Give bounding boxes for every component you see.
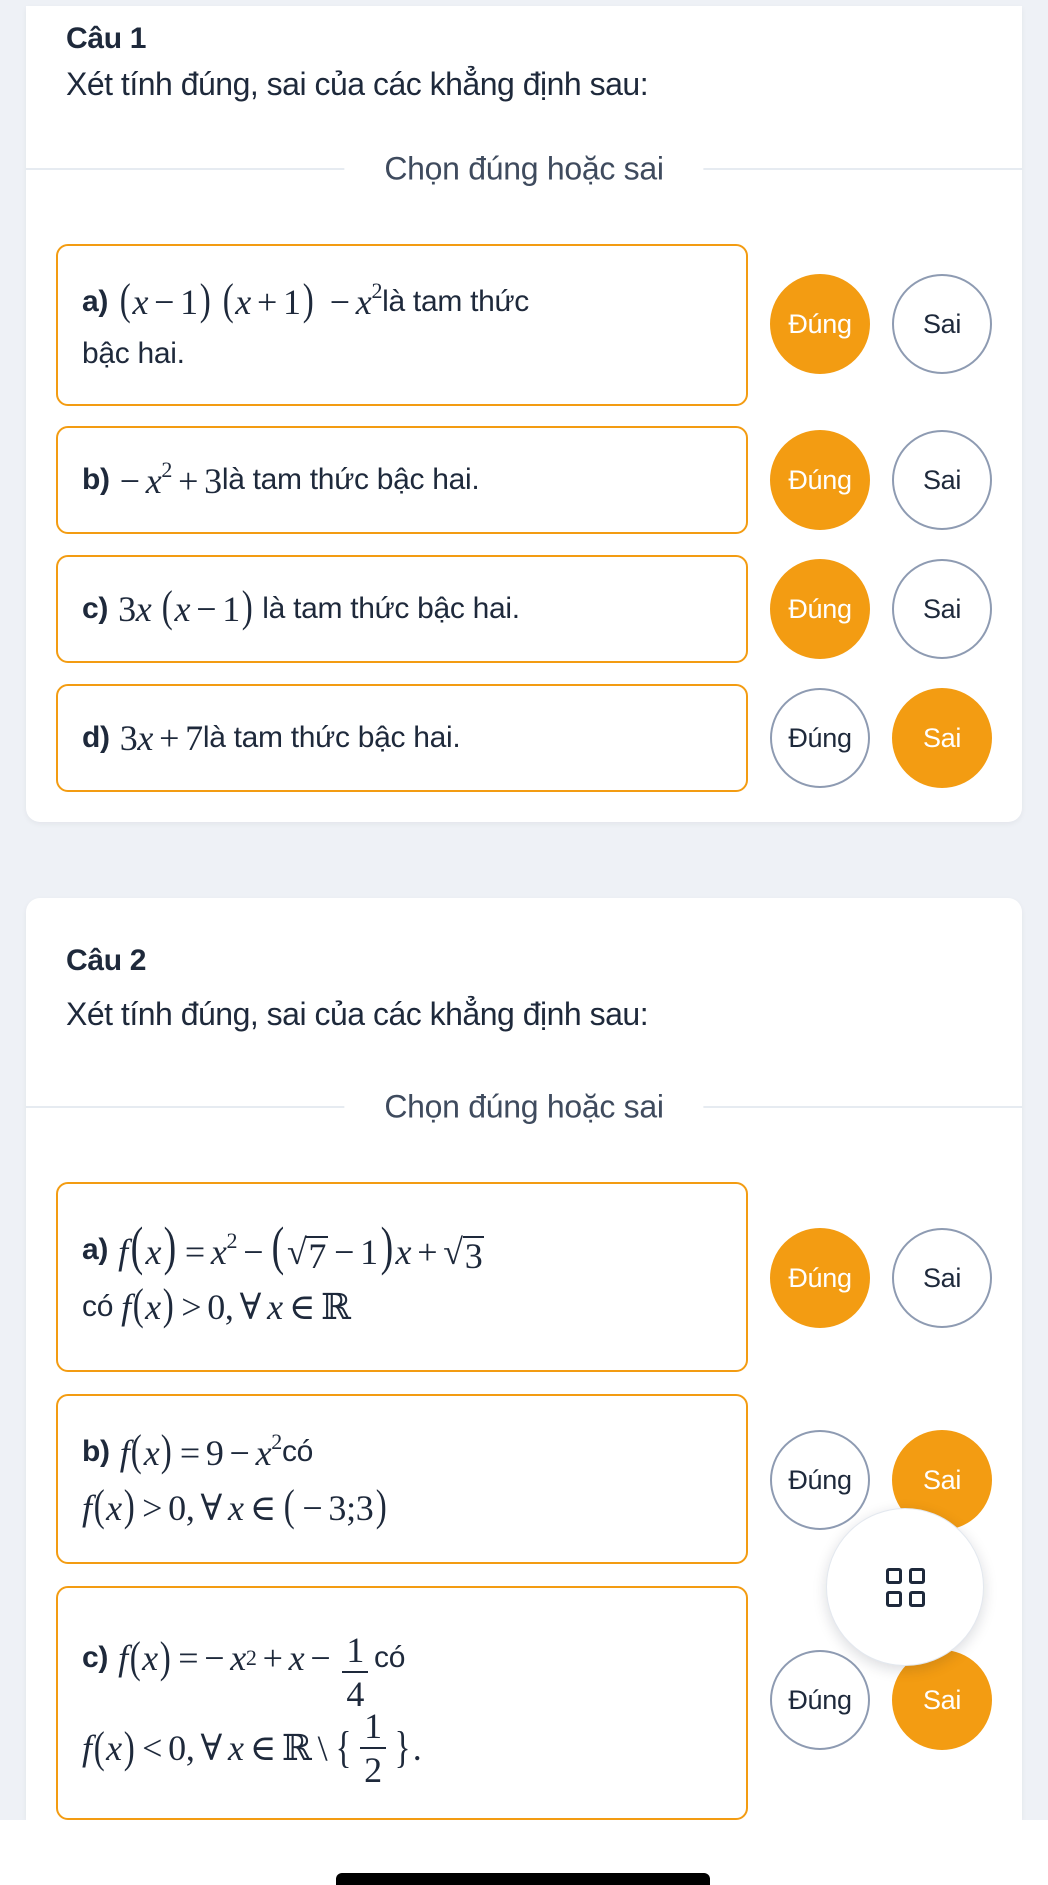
statement-label: d) xyxy=(82,721,110,755)
statement-connector: có xyxy=(82,1290,114,1324)
statement-label: b) xyxy=(82,1434,110,1468)
true-button-2c[interactable]: Đúng xyxy=(770,1650,870,1750)
question-prompt: Xét tính đúng, sai của các khẳng định sa… xyxy=(66,66,649,102)
false-button-1a[interactable]: Sai xyxy=(892,274,992,374)
statement-b: b) f(x) = 9− x2 có f(x) >0, ∀ x ∈(−3;3) xyxy=(56,1394,748,1564)
statement-text-cont: bậc hai. xyxy=(82,337,185,371)
statement-c: c) f(x) = − x 2 + x − 14 có f(x) <0, ∀ x ∈ ℝ \{ 12 }. xyxy=(56,1586,748,1820)
statement-text: là tam thức bậc hai. xyxy=(202,721,461,755)
statement-math: f(x) = − x 2 + x − 14 xyxy=(118,1618,374,1712)
statement-math: 3x (x −1) xyxy=(118,581,253,631)
statement-math: f(x) = x2−(√ 7−1)x + √ 3 xyxy=(118,1215,485,1276)
statement-label: a) xyxy=(82,284,109,318)
statement-condition: f(x) <0, ∀ x ∈ ℝ \{ 12 }. xyxy=(82,1706,422,1790)
statement-math: (x−1() (x+1) −x2 xyxy=(119,275,383,325)
false-button-1c[interactable]: Sai xyxy=(892,559,992,659)
question-title: Câu 2 xyxy=(66,944,147,977)
statement-a: a) f(x) = x2−(√ 7−1)x + √ 3 có f(x) >0, ∀ x ∈ ℝ xyxy=(56,1182,748,1372)
statement-text: là tam thức xyxy=(382,284,529,318)
statement-connector: có xyxy=(281,1434,314,1468)
home-indicator[interactable] xyxy=(336,1873,710,1885)
statement-connector: có xyxy=(374,1641,406,1675)
true-button-2a[interactable]: Đúng xyxy=(770,1228,870,1328)
statement-label: a) xyxy=(82,1232,109,1266)
statement-condition: f(x) >0, ∀ x ∈ ℝ xyxy=(121,1279,351,1329)
statement-a: a) (x−1() (x+1) −x2 là tam thức bậc hai. xyxy=(56,244,748,406)
quiz-page: Câu 1 Xét tính đúng, sai của các khẳng đ… xyxy=(0,0,1048,1820)
section-divider: Chọn đúng hoặc sai xyxy=(26,1088,1022,1126)
true-button-1a[interactable]: Đúng xyxy=(770,274,870,374)
question-card-1: Câu 1 Xét tính đúng, sai của các khẳng đ… xyxy=(26,6,1022,822)
section-label: Chọn đúng hoặc sai xyxy=(344,150,704,188)
statement-c: c) 3x (x −1) là tam thức bậc hai. xyxy=(56,555,748,663)
statement-text: là tam thức bậc hai. xyxy=(262,592,520,626)
true-button-1d[interactable]: Đúng xyxy=(770,688,870,788)
false-button-2a[interactable]: Sai xyxy=(892,1228,992,1328)
statement-condition: f(x) >0, ∀ x ∈(−3;3) xyxy=(82,1480,387,1530)
question-title: Câu 1 xyxy=(66,22,147,55)
statement-math: f(x) = 9− x2 xyxy=(119,1425,283,1475)
section-label: Chọn đúng hoặc sai xyxy=(344,1088,704,1126)
statement-text: là tam thức bậc hai. xyxy=(221,463,480,497)
true-button-2b[interactable]: Đúng xyxy=(770,1430,870,1530)
false-button-1b[interactable]: Sai xyxy=(892,430,992,530)
statement-label: b) xyxy=(82,463,110,497)
statement-label: c) xyxy=(82,1641,109,1675)
statement-label: c) xyxy=(82,592,109,626)
question-prompt: Xét tính đúng, sai của các khẳng định sa… xyxy=(66,996,649,1032)
true-button-1b[interactable]: Đúng xyxy=(770,430,870,530)
question-card-2: Câu 2 Xét tính đúng, sai của các khẳng đ… xyxy=(26,898,1022,1820)
statement-b: b) − x2 +3 là tam thức bậc hai. xyxy=(56,426,748,534)
question-grid-button[interactable] xyxy=(826,1508,984,1666)
statement-math: − x2 +3 xyxy=(119,457,222,501)
false-button-1d[interactable]: Sai xyxy=(892,688,992,788)
section-divider: Chọn đúng hoặc sai xyxy=(26,150,1022,188)
grid-icon xyxy=(885,1567,925,1607)
true-button-1c[interactable]: Đúng xyxy=(770,559,870,659)
statement-math: 3x +7 xyxy=(119,717,203,758)
statement-d: d) 3x +7 là tam thức bậc hai. xyxy=(56,684,748,792)
